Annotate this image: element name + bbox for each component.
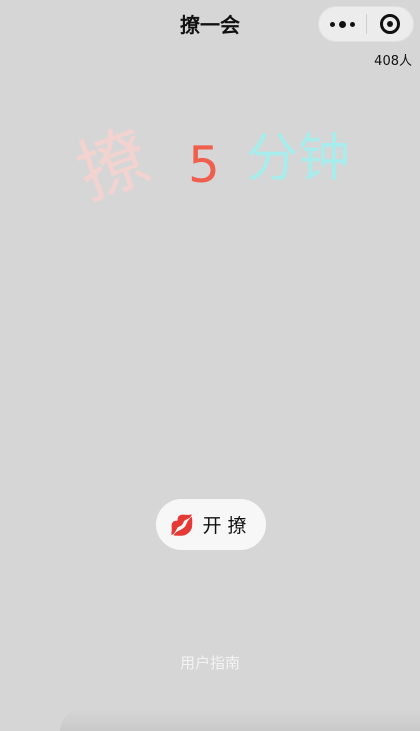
menu-capsule bbox=[318, 6, 414, 42]
hero-number: 5 bbox=[188, 136, 220, 194]
bottom-shadow bbox=[60, 709, 420, 731]
lips-icon: 💋 bbox=[169, 512, 195, 537]
app-page: 撩一会 408人 撩 5 分钟 💋 开撩 用户指南 bbox=[0, 0, 420, 731]
start-button[interactable]: 💋 开撩 bbox=[156, 499, 266, 550]
hero-minutes-text: 分钟 bbox=[246, 129, 351, 189]
target-close-icon[interactable] bbox=[367, 6, 413, 42]
hero-liao-text: 撩 bbox=[66, 114, 160, 216]
online-count: 408人 bbox=[374, 54, 412, 69]
start-button-label: 开撩 bbox=[202, 515, 253, 537]
more-dots-icon[interactable] bbox=[319, 6, 366, 42]
user-guide-link[interactable]: 用户指南 bbox=[0, 652, 420, 673]
